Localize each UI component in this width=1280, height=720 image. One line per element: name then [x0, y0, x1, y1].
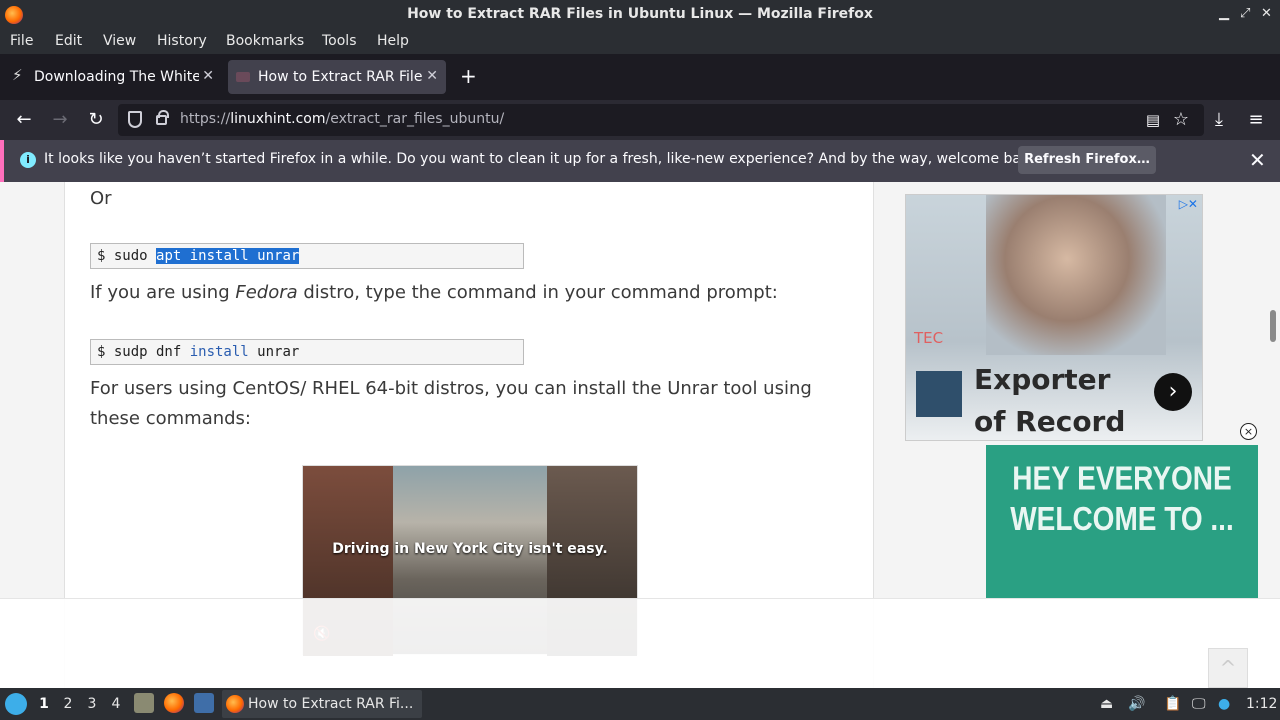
- ad-thumbnail: [916, 371, 962, 417]
- ad-logo: TEC: [914, 329, 944, 347]
- window-title: How to Extract RAR Files in Ubuntu Linux…: [407, 6, 873, 22]
- url-path: /extract_rar_files_ubuntu/: [325, 111, 505, 127]
- desktop-icon[interactable]: [194, 693, 214, 713]
- code-selected-text: apt install unrar: [156, 248, 300, 264]
- notification-message: It looks like you haven’t started Firefo…: [44, 151, 1043, 167]
- menu-edit[interactable]: Edit: [55, 33, 82, 49]
- para-text: distro, type the command in your command…: [297, 282, 778, 303]
- firefox-icon: [226, 695, 244, 713]
- code-keyword: install: [189, 344, 249, 360]
- minimize-icon[interactable]: ▁: [1219, 6, 1229, 21]
- side-ad-welcome[interactable]: HEY EVERYONE WELCOME TO ...: [986, 445, 1258, 598]
- clock: 1:12: [1246, 696, 1278, 712]
- code-block-apt[interactable]: $ sudo apt install unrar: [90, 243, 524, 269]
- nav-toolbar: ← → ↻ https://linuxhint.com/extract_rar_…: [0, 100, 1280, 140]
- fedora-paragraph: If you are using Fedora distro, type the…: [90, 278, 778, 308]
- task-label: How to Extract RAR Fi...: [248, 696, 414, 712]
- menu-file[interactable]: File: [10, 33, 33, 49]
- menubar: File Edit View History Bookmarks Tools H…: [0, 30, 1280, 54]
- file-manager-icon[interactable]: [134, 693, 154, 713]
- volume-icon[interactable]: 🔊: [1128, 696, 1145, 712]
- workspace-4[interactable]: 4: [108, 696, 124, 712]
- chevron-right-icon[interactable]: ›: [1154, 373, 1192, 411]
- menu-help[interactable]: Help: [377, 33, 409, 49]
- url-prefix: https://: [180, 111, 231, 127]
- close-tab-icon[interactable]: ✕: [202, 68, 214, 84]
- page-content: Or $ sudo apt install unrar If you are u…: [0, 182, 1280, 688]
- reload-icon[interactable]: ↻: [85, 109, 107, 131]
- tab-extract-rar[interactable]: How to Extract RAR Files in Ubuntu Linux…: [228, 60, 446, 94]
- url-text[interactable]: https://linuxhint.com/extract_rar_files_…: [180, 111, 504, 127]
- menu-view[interactable]: View: [103, 33, 136, 49]
- side-ad-exporter[interactable]: ▷✕ TEC Exporter of Record ›: [905, 194, 1203, 441]
- info-icon: i: [20, 152, 36, 168]
- tab-bar: ⚡ Downloading The White House ✕ How to E…: [0, 54, 1280, 100]
- centos-paragraph: For users using CentOS/ RHEL 64-bit dist…: [90, 378, 812, 429]
- site-favicon-icon: [236, 72, 250, 82]
- forward-icon[interactable]: →: [49, 109, 71, 131]
- sticky-footer-ad: [0, 598, 1280, 688]
- para-text: If you are using: [90, 282, 236, 303]
- display-icon[interactable]: 🖵: [1192, 696, 1206, 712]
- workspace-2[interactable]: 2: [60, 696, 76, 712]
- workspace-1[interactable]: 1: [36, 696, 52, 712]
- code-block-dnf[interactable]: $ sudp dnf install unrar: [90, 339, 524, 365]
- clipboard-icon[interactable]: 📋: [1164, 696, 1181, 712]
- eject-icon[interactable]: ⏏: [1100, 696, 1113, 712]
- new-tab-icon[interactable]: +: [460, 64, 477, 88]
- close-ad-icon[interactable]: ×: [1240, 423, 1257, 440]
- adchoices-icon[interactable]: ▷✕: [1179, 197, 1198, 211]
- maximize-icon[interactable]: ⤢: [1240, 6, 1250, 21]
- code-prompt: $ sudp dnf: [97, 344, 190, 360]
- close-window-icon[interactable]: ✕: [1261, 6, 1272, 21]
- or-text: Or: [90, 188, 112, 209]
- refresh-firefox-button[interactable]: Refresh Firefox…: [1018, 146, 1156, 174]
- workspace-3[interactable]: 3: [84, 696, 100, 712]
- menu-bookmarks[interactable]: Bookmarks: [226, 33, 304, 49]
- lock-icon[interactable]: [156, 110, 169, 125]
- ad-headline: Exporter of Record: [974, 363, 1126, 438]
- firefox-launcher-icon[interactable]: [164, 693, 184, 713]
- menu-tools[interactable]: Tools: [322, 33, 357, 49]
- scroll-to-top-button[interactable]: ^: [1208, 648, 1248, 688]
- url-bar[interactable]: https://linuxhint.com/extract_rar_files_…: [118, 104, 1204, 136]
- taskbar-firefox-task[interactable]: How to Extract RAR Fi...: [222, 690, 422, 718]
- downloads-icon[interactable]: ⤓: [1208, 109, 1230, 131]
- code-prompt: $ sudo: [97, 248, 157, 264]
- fedora-emphasis: Fedora: [235, 282, 298, 303]
- hamburger-menu-icon[interactable]: ≡: [1245, 109, 1267, 131]
- back-icon[interactable]: ←: [13, 109, 35, 131]
- start-menu-icon[interactable]: [5, 693, 27, 715]
- tab-label: How to Extract RAR Files in Ubuntu Linux: [258, 69, 423, 85]
- notification-icon[interactable]: ●: [1218, 696, 1230, 712]
- scrollbar-thumb[interactable]: [1270, 310, 1276, 342]
- window-titlebar: How to Extract RAR Files in Ubuntu Linux…: [0, 0, 1280, 30]
- close-notification-icon[interactable]: ✕: [1249, 148, 1266, 172]
- taskbar: 1 2 3 4 How to Extract RAR Fi... ⏏ 🔊 📋 🖵…: [0, 688, 1280, 720]
- reader-view-icon[interactable]: ▤: [1142, 109, 1164, 131]
- tab-label: Downloading The White House: [34, 69, 199, 85]
- close-tab-icon[interactable]: ✕: [426, 68, 438, 84]
- ad-image: [986, 195, 1166, 355]
- lightning-icon: ⚡: [12, 66, 23, 84]
- notification-bar: i It looks like you haven’t started Fire…: [0, 140, 1280, 182]
- bookmark-star-icon[interactable]: ☆: [1170, 109, 1192, 131]
- tab-downloading[interactable]: ⚡ Downloading The White House ✕: [4, 60, 222, 94]
- video-caption: Driving in New York City isn't easy.: [332, 541, 608, 557]
- code-rest: unrar: [248, 344, 300, 360]
- shield-icon[interactable]: [128, 111, 142, 128]
- menu-history[interactable]: History: [157, 33, 207, 49]
- ad-welcome-text: HEY EVERYONE WELCOME TO ...: [1010, 459, 1234, 538]
- url-domain: linuxhint.com: [230, 111, 326, 127]
